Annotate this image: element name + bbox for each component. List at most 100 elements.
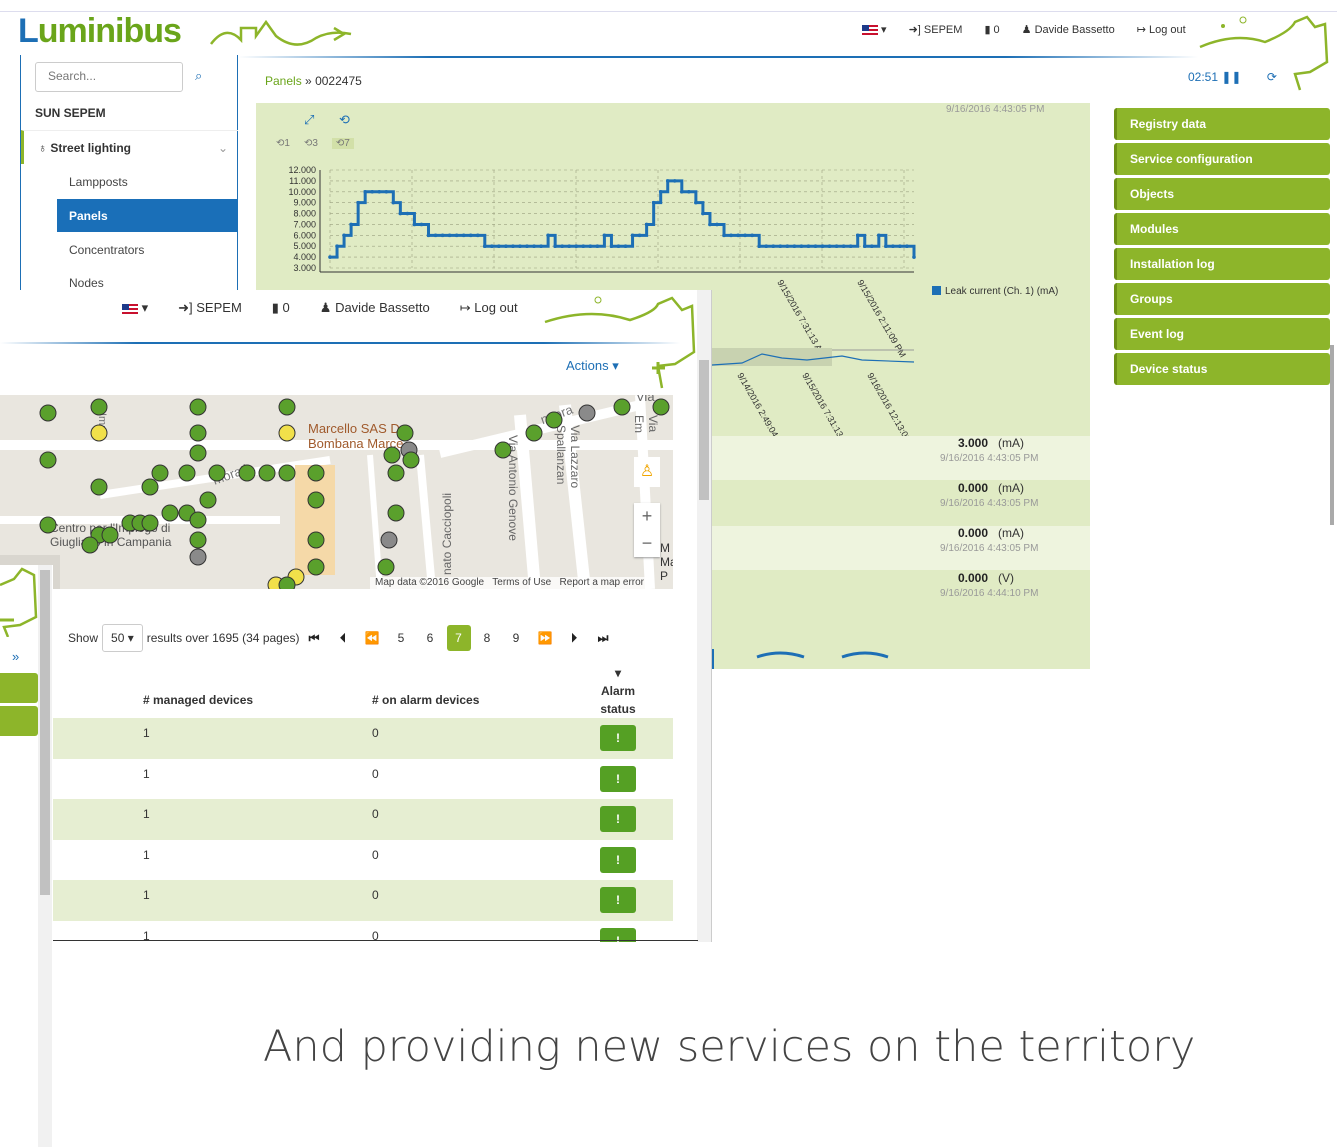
lamppost-marker[interactable]: [387, 464, 405, 482]
table-row[interactable]: 1 0 !: [53, 921, 673, 942]
lamppost-marker[interactable]: [387, 504, 405, 522]
lamppost-marker[interactable]: [238, 464, 256, 482]
sidebar-group-street-lighting[interactable]: ♁ Street lighting ⌄: [21, 130, 238, 164]
lamppost-marker[interactable]: [278, 424, 296, 442]
lamppost-marker[interactable]: [396, 424, 414, 442]
menu-registry-data[interactable]: Registry data: [1114, 108, 1330, 140]
lamppost-marker[interactable]: [141, 514, 159, 532]
prev-pages-icon[interactable]: ⏪: [358, 631, 387, 645]
language-selector[interactable]: ▾: [862, 23, 887, 36]
map[interactable]: Marcello SAS DBombana Marce Centro per l…: [0, 395, 673, 589]
page-link[interactable]: 9: [502, 631, 531, 645]
menu-objects[interactable]: Objects: [1114, 178, 1330, 210]
column-header[interactable]: # on alarm devices: [372, 693, 479, 707]
alarm-status-button[interactable]: !: [600, 806, 636, 832]
sidebar-item-lampposts[interactable]: Lampposts: [57, 165, 238, 198]
actions-dropdown[interactable]: Actions ▾: [566, 358, 619, 374]
user-link[interactable]: ♟ Davide Bassetto: [320, 300, 430, 316]
refresh-icon[interactable]: ⟳: [1267, 70, 1277, 84]
lamppost-marker[interactable]: [578, 404, 596, 422]
lamppost-marker[interactable]: [545, 411, 563, 429]
lamppost-marker[interactable]: [141, 478, 159, 496]
lamppost-marker[interactable]: [307, 531, 325, 549]
menu-service-configuration[interactable]: Service configuration: [1114, 143, 1330, 175]
lamppost-marker[interactable]: [199, 491, 217, 509]
lamppost-marker[interactable]: [494, 441, 512, 459]
lamppost-marker[interactable]: [525, 424, 543, 442]
lamppost-marker[interactable]: [278, 576, 296, 589]
next-pages-icon[interactable]: ⏩: [531, 631, 560, 645]
range-7-button[interactable]: ⟲7: [331, 138, 354, 149]
lamppost-marker[interactable]: [189, 531, 207, 549]
chart-legend[interactable]: Leak current (Ch. 1) (mA): [932, 286, 1058, 297]
menu-device-status[interactable]: Device status: [1114, 353, 1330, 385]
lamppost-marker[interactable]: [90, 398, 108, 416]
terms-link[interactable]: Terms of Use: [492, 577, 551, 588]
last-page-icon[interactable]: ⏭: [589, 631, 618, 646]
prev-page-icon[interactable]: ⏴: [329, 631, 358, 646]
lamppost-marker[interactable]: [161, 504, 179, 522]
scrollbar[interactable]: [697, 290, 711, 942]
sidebar-item-panels[interactable]: Panels: [57, 199, 238, 232]
chart-type-icon[interactable]: ⤢: [304, 112, 314, 128]
lamppost-marker[interactable]: [90, 424, 108, 442]
column-header[interactable]: # managed devices: [143, 693, 253, 707]
menu-installation-log[interactable]: Installation log: [1114, 248, 1330, 280]
lamppost-marker[interactable]: [208, 464, 226, 482]
lamppost-marker[interactable]: [383, 446, 401, 464]
search-input[interactable]: Search...: [35, 62, 183, 92]
zoom-in-button[interactable]: +: [634, 503, 660, 530]
bookmarks-link[interactable]: ▮ 0: [984, 23, 999, 36]
breadcrumb-panels-link[interactable]: Panels: [265, 74, 302, 88]
logout-link[interactable]: ↦ Log out: [1137, 23, 1186, 36]
lamppost-marker[interactable]: [307, 491, 325, 509]
menu-groups[interactable]: Groups: [1114, 283, 1330, 315]
login-link[interactable]: ➜] SEPEM: [178, 300, 242, 316]
lamppost-marker[interactable]: [613, 398, 631, 416]
lamppost-marker[interactable]: [189, 424, 207, 442]
alarm-status-button[interactable]: !: [600, 765, 636, 792]
page-link-active[interactable]: 7: [446, 625, 471, 651]
lamppost-marker[interactable]: [39, 516, 57, 534]
lamppost-marker[interactable]: [258, 464, 276, 482]
page-scrollbar[interactable]: [1330, 345, 1334, 525]
page-size-select[interactable]: 50 ▾: [102, 624, 143, 652]
lamppost-marker[interactable]: [307, 558, 325, 576]
menu-modules[interactable]: Modules: [1114, 213, 1330, 245]
lamppost-marker[interactable]: [652, 398, 670, 416]
scrollbar[interactable]: [38, 565, 52, 1147]
alarm-status-button[interactable]: !: [600, 887, 636, 913]
app-logo[interactable]: Luminibus: [18, 12, 352, 51]
range-3-button[interactable]: ⟲3: [304, 138, 318, 149]
lamppost-marker[interactable]: [39, 404, 57, 422]
next-page-icon[interactable]: ⏵: [560, 631, 589, 646]
report-map-error-link[interactable]: Report a map error: [560, 577, 644, 588]
page-link[interactable]: 5: [387, 631, 416, 645]
alarm-status-button[interactable]: !: [600, 846, 636, 873]
lamppost-marker[interactable]: [39, 451, 57, 469]
lamppost-marker[interactable]: [402, 451, 420, 469]
lamppost-marker[interactable]: [178, 464, 196, 482]
table-row[interactable]: 1 0 !: [53, 759, 673, 800]
search-icon[interactable]: ⌕: [195, 68, 202, 84]
history-icon[interactable]: ⟲: [339, 112, 350, 128]
page-link[interactable]: 6: [416, 631, 445, 645]
menu-button[interactable]: [0, 706, 38, 736]
logout-link[interactable]: ↦ Log out: [460, 300, 518, 316]
first-page-icon[interactable]: ⏮: [300, 631, 329, 646]
lamppost-marker[interactable]: [278, 398, 296, 416]
table-row[interactable]: 1 0 !: [53, 840, 673, 881]
lamppost-markers[interactable]: [0, 395, 673, 589]
alarm-status-button[interactable]: !: [600, 725, 636, 751]
street-view-pegman-icon[interactable]: ♙: [634, 457, 660, 487]
language-selector[interactable]: ▾: [122, 300, 148, 316]
user-link[interactable]: ♟ Davide Bassetto: [1022, 23, 1115, 36]
lamppost-marker[interactable]: [377, 558, 395, 576]
table-row[interactable]: 1 0 !: [53, 799, 673, 840]
menu-button[interactable]: [0, 673, 38, 703]
page-link[interactable]: 8: [473, 631, 502, 645]
bookmarks-link[interactable]: ▮ 0: [272, 300, 290, 316]
lamppost-marker[interactable]: [380, 531, 398, 549]
lamppost-marker[interactable]: [151, 464, 169, 482]
lamppost-marker[interactable]: [101, 526, 119, 544]
